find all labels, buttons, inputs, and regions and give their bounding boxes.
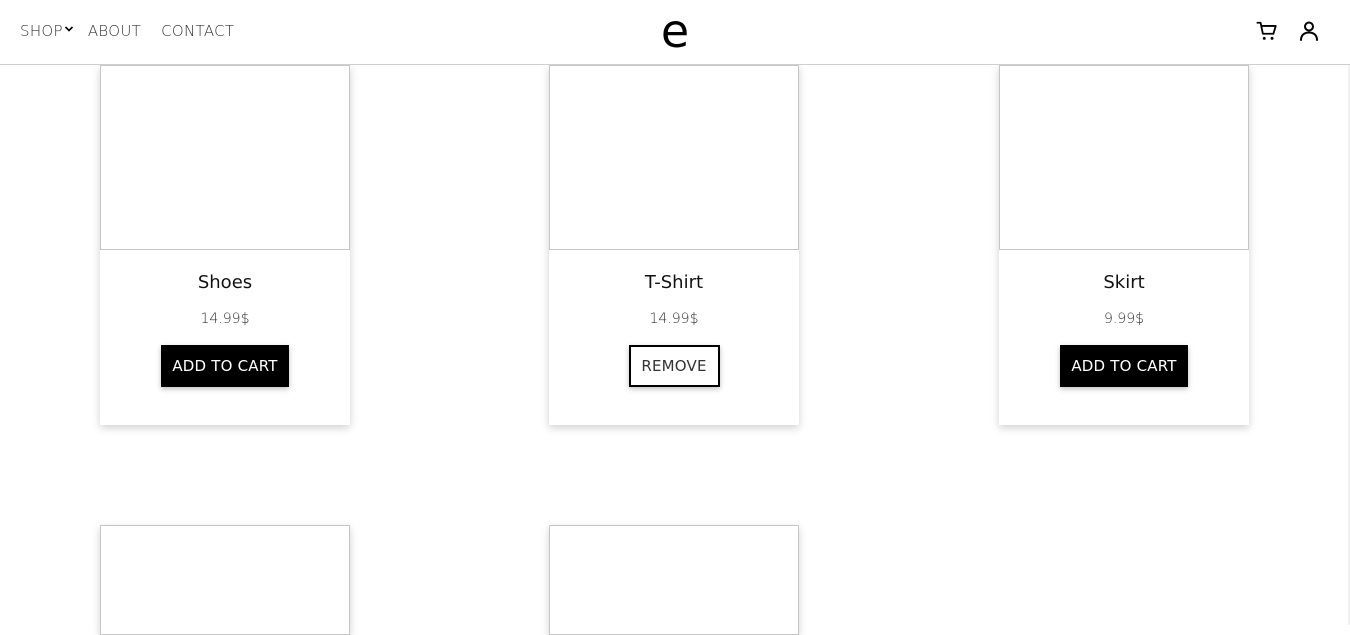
nav-shop-link[interactable]: SHOP xyxy=(20,22,74,40)
product-info: Skirt 9.99$ ADD TO CART xyxy=(999,250,1249,425)
product-price: 9.99$ xyxy=(1103,311,1145,327)
product-price: 14.99$ xyxy=(200,311,250,327)
nav-contact-link[interactable]: CONTACT xyxy=(161,22,234,40)
nav-contact-label: CONTACT xyxy=(161,22,235,40)
nav-about-link[interactable]: ABOUT xyxy=(88,22,141,40)
main-nav: SHOP ABOUT CONTACT xyxy=(20,22,254,40)
product-card: Shoes 14.99$ ADD TO CART xyxy=(100,65,350,425)
product-title: Skirt xyxy=(1103,272,1145,293)
account-button[interactable] xyxy=(1298,19,1320,43)
add-to-cart-button[interactable]: ADD TO CART xyxy=(161,345,289,387)
product-info: Shoes 14.99$ ADD TO CART xyxy=(100,250,350,425)
product-title: Shoes xyxy=(197,272,253,293)
product-image[interactable] xyxy=(100,525,350,635)
nav-about-label: ABOUT xyxy=(87,22,142,40)
product-image[interactable] xyxy=(999,65,1249,250)
user-icon xyxy=(1300,21,1318,41)
brand-logo[interactable]: e xyxy=(655,8,695,56)
chevron-down-icon xyxy=(64,26,73,32)
product-card: Skirt 9.99$ ADD TO CART xyxy=(999,65,1249,425)
product-image[interactable] xyxy=(100,65,350,250)
product-info: T-Shirt 14.99$ REMOVE xyxy=(549,250,799,425)
cart-icon xyxy=(1256,21,1277,40)
product-card: T-Shirt 14.99$ REMOVE xyxy=(549,65,799,425)
site-header: SHOP ABOUT CONTACT e xyxy=(0,0,1350,65)
remove-from-cart-button[interactable]: REMOVE xyxy=(628,345,720,387)
product-image[interactable] xyxy=(549,525,799,635)
header-actions xyxy=(1256,19,1320,43)
product-image[interactable] xyxy=(549,65,799,250)
nav-shop-label: SHOP xyxy=(20,22,63,40)
product-title: T-Shirt xyxy=(644,272,704,293)
add-to-cart-button[interactable]: ADD TO CART xyxy=(1060,345,1188,387)
cart-button[interactable] xyxy=(1256,19,1278,43)
product-price: 14.99$ xyxy=(649,311,699,327)
